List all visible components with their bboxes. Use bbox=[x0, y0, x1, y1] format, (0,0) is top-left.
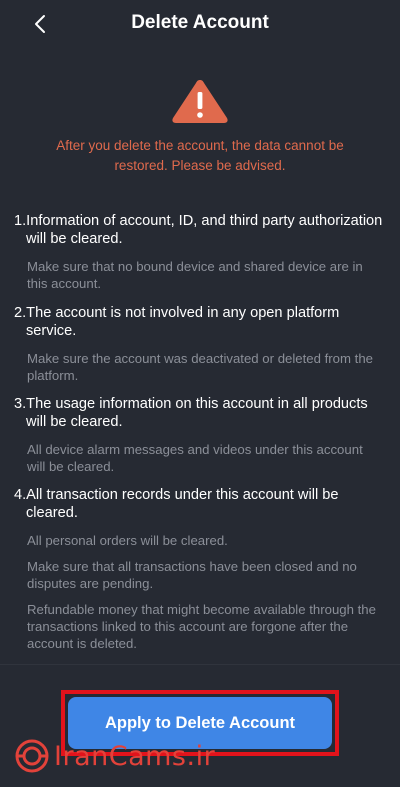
section-title: 2.The account is not involved in any ope… bbox=[14, 305, 340, 339]
section-note: All device alarm messages and videos und… bbox=[27, 442, 363, 474]
watermark-logo: IranCams.ir bbox=[14, 736, 215, 776]
section-note: Make sure that all transactions have bee… bbox=[27, 559, 357, 591]
camera-logo-icon bbox=[15, 739, 49, 773]
top-bar: Delete Account bbox=[0, 0, 400, 50]
info-section-4: 4.All transaction records under this acc… bbox=[14, 486, 384, 652]
info-section-3: 3.The usage information on this account … bbox=[14, 395, 384, 475]
section-note: Make sure that no bound device and share… bbox=[27, 259, 363, 291]
section-title: 1.Information of account, ID, and third … bbox=[14, 213, 383, 247]
watermark-logo-text: IranCams.ir bbox=[54, 740, 216, 772]
info-section-1: 1.Information of account, ID, and third … bbox=[14, 212, 384, 292]
warning-triangle-icon bbox=[170, 78, 230, 124]
warning-message: After you delete the account, the data c… bbox=[56, 138, 344, 173]
section-title: 3.The usage information on this account … bbox=[14, 396, 368, 430]
section-note: Make sure the account was deactivated or… bbox=[27, 351, 373, 383]
footer-divider bbox=[0, 664, 400, 665]
section-title: 4.All transaction records under this acc… bbox=[14, 487, 339, 521]
info-section-2: 2.The account is not involved in any ope… bbox=[14, 304, 384, 384]
page-title: Delete Account bbox=[131, 12, 269, 33]
section-note: All personal orders will be cleared. bbox=[27, 533, 228, 548]
section-note: Refundable money that might become avail… bbox=[27, 602, 376, 651]
